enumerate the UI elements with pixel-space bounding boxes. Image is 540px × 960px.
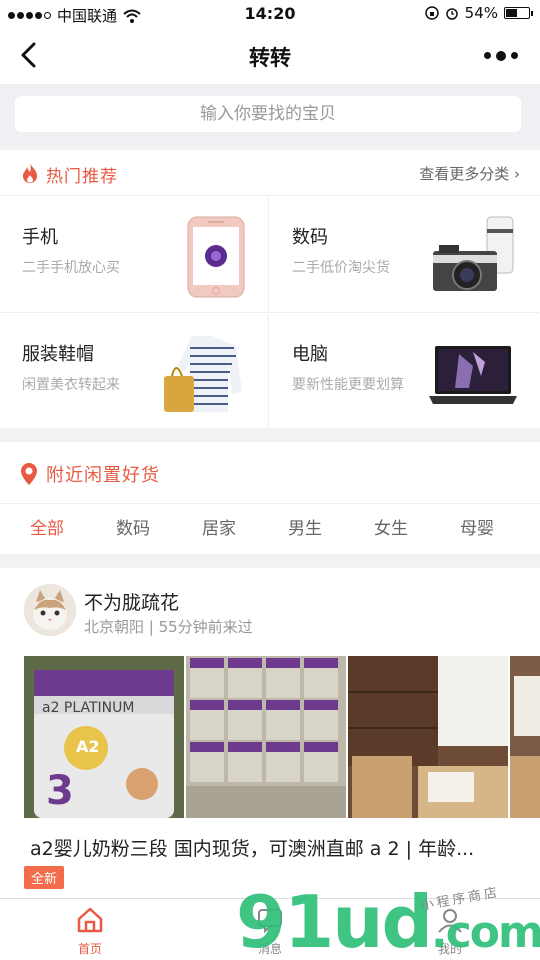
tab-all[interactable]: 全部 (4, 504, 90, 554)
category-clothing[interactable]: 服装鞋帽 闲置美衣转起来 (0, 314, 269, 430)
hot-title: 热门推荐 (46, 167, 118, 187)
boxes-image (348, 656, 508, 818)
tab-home[interactable]: 居家 (176, 504, 262, 554)
category-computer[interactable]: 电脑 要新性能更要划算 (270, 314, 539, 430)
tab-home-nav[interactable]: 首页 (40, 907, 140, 957)
camera-image (433, 216, 514, 291)
svg-text:3: 3 (46, 768, 74, 814)
cat-avatar-image (24, 584, 76, 636)
filter-tabs: 全部 数码 居家 男生 女生 母婴 (0, 504, 540, 554)
hot-header: 热门推荐 查看更多分类 › (0, 150, 540, 196)
listing-photo[interactable] (186, 656, 346, 818)
more-menu-icon[interactable] (484, 50, 518, 61)
listing-card[interactable]: 不为胧疏花 北京朝阳 | 55分钟前来过 a2 PLATINUM A2 3 a2… (0, 568, 540, 898)
seller-meta: 北京朝阳 | 55分钟前来过 (84, 618, 253, 636)
watermark-main: 91ud (236, 880, 433, 960)
watermark-suffix: .com (431, 907, 540, 958)
battery-percent: 54% (464, 4, 498, 22)
seller-name: 不为胧疏花 (84, 592, 180, 614)
category-phone[interactable]: 手机 二手手机放心买 (0, 197, 269, 313)
flame-icon (23, 163, 37, 183)
category-sub: 二手手机放心买 (22, 260, 120, 276)
battery-icon (504, 7, 533, 19)
tab-women[interactable]: 女生 (348, 504, 434, 554)
category-name: 手机 (22, 227, 58, 248)
tab-home-label: 首页 (77, 942, 102, 956)
formula-stack-image (186, 656, 346, 818)
nearby-section: 附近闲置好货 全部 数码 居家 男生 女生 母婴 (0, 442, 540, 554)
tab-baby[interactable]: 母婴 (434, 504, 520, 554)
condition-badge: 全新 (24, 866, 65, 889)
listing-photo[interactable] (510, 656, 540, 818)
nearby-header: 附近闲置好货 (0, 442, 540, 504)
tab-digital[interactable]: 数码 (90, 504, 176, 554)
status-bar: 中国联通 14:20 54% (0, 0, 540, 28)
category-name: 数码 (292, 227, 328, 248)
page-title: 转转 (249, 46, 291, 70)
formula-can-image: a2 PLATINUM A2 3 (24, 656, 184, 818)
search-section: 输入你要找的宝贝 (0, 84, 540, 146)
search-input[interactable]: 输入你要找的宝贝 (15, 96, 521, 132)
alarm-icon (445, 8, 458, 20)
svg-text:A2: A2 (76, 737, 100, 756)
listing-description: a2婴儿奶粉三段 国内现货，可澳洲直邮 a 2 | 年龄... (30, 838, 475, 860)
more-categories-label: 查看更多分类 (419, 165, 510, 183)
laptop-image (429, 346, 517, 404)
can-label: a2 PLATINUM (42, 700, 134, 716)
rotation-lock-icon (424, 6, 439, 20)
listing-photos: a2 PLATINUM A2 3 (24, 656, 540, 818)
avatar[interactable] (24, 584, 76, 636)
nearby-title: 附近闲置好货 (46, 465, 160, 486)
category-sub: 要新性能更要划算 (292, 377, 404, 393)
phone-image (187, 216, 245, 298)
category-sub: 闲置美衣转起来 (22, 377, 120, 393)
nav-bar: 转转 (0, 28, 540, 84)
listing-photo[interactable] (348, 656, 508, 818)
listing-photo[interactable]: a2 PLATINUM A2 3 (24, 656, 184, 818)
category-name: 电脑 (292, 344, 328, 365)
location-pin-icon (21, 463, 37, 485)
category-name: 服装鞋帽 (22, 344, 94, 365)
home-icon (77, 907, 103, 933)
category-sub: 二手低价淘尖货 (292, 260, 390, 276)
tab-men[interactable]: 男生 (262, 504, 348, 554)
status-right: 54% (424, 4, 533, 22)
clothing-image (164, 336, 242, 412)
partial-photo-image (510, 656, 540, 818)
more-categories-link[interactable]: 查看更多分类 › (419, 163, 520, 184)
hot-recommend-section: 热门推荐 查看更多分类 › 手机 二手手机放心买 数码 二手低价淘尖货 服装鞋帽 (0, 150, 540, 430)
category-digital[interactable]: 数码 二手低价淘尖货 (270, 197, 539, 313)
